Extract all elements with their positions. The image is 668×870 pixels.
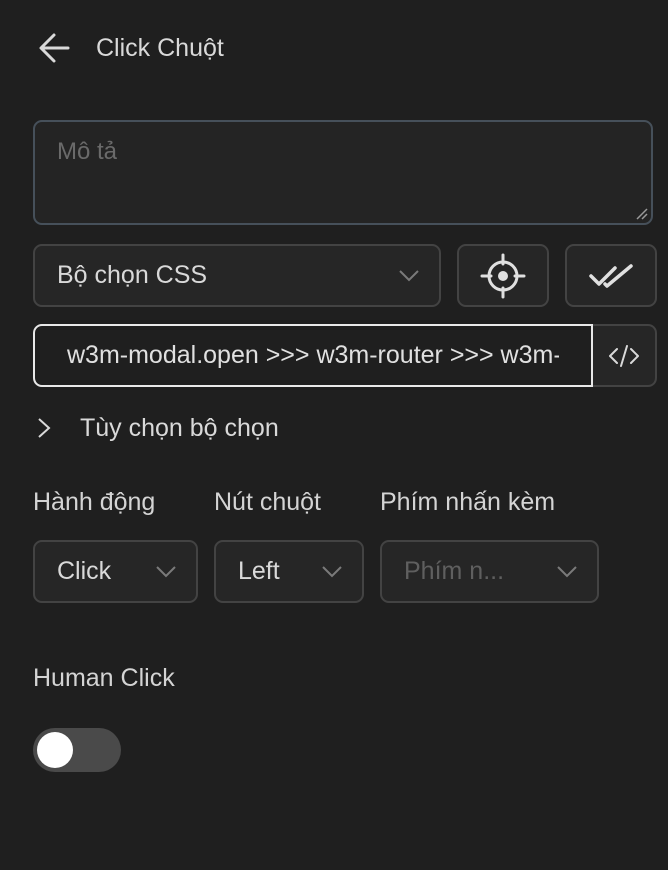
code-editor-button[interactable] <box>593 324 657 387</box>
modifier-keys-select[interactable]: Phím n... <box>380 540 599 603</box>
mouse-button-label: Nút chuột <box>214 488 322 516</box>
description-textarea[interactable] <box>35 122 651 223</box>
click-action-panel: Click Chuột Bộ chọn CSS <box>0 0 668 870</box>
code-icon <box>609 344 639 367</box>
chevron-down-icon <box>322 565 342 577</box>
selector-options-label: Tùy chọn bộ chọn <box>80 413 279 442</box>
action-select[interactable]: Click <box>33 540 198 603</box>
human-click-toggle[interactable] <box>33 728 121 772</box>
toggle-knob <box>37 732 73 768</box>
mouse-button-value: Left <box>238 557 280 585</box>
modifier-keys-placeholder: Phím n... <box>404 557 505 585</box>
pick-element-button[interactable] <box>457 244 549 307</box>
mouse-button-select[interactable]: Left <box>214 540 364 603</box>
resize-grip-icon[interactable] <box>634 206 648 220</box>
verify-selector-button[interactable] <box>565 244 657 307</box>
selector-type-select[interactable]: Bộ chọn CSS <box>33 244 441 307</box>
chevron-right-icon <box>38 418 51 438</box>
double-check-icon <box>589 263 633 288</box>
page-title: Click Chuột <box>96 33 224 62</box>
description-field-wrapper <box>33 120 653 225</box>
chevron-down-icon <box>557 565 577 577</box>
human-click-label: Human Click <box>33 664 175 692</box>
selector-type-value: Bộ chọn CSS <box>57 261 208 289</box>
selector-input-group <box>33 324 657 387</box>
modifier-keys-label: Phím nhấn kèm <box>380 488 556 516</box>
action-label: Hành động <box>33 488 156 516</box>
chevron-down-icon <box>156 565 176 577</box>
arrow-left-icon <box>39 33 70 63</box>
selector-options-toggle[interactable]: Tùy chọn bộ chọn <box>36 408 279 448</box>
crosshair-icon <box>480 253 526 298</box>
chevron-down-icon <box>399 269 419 281</box>
selector-input[interactable] <box>33 324 593 387</box>
panel-header: Click Chuột <box>36 26 224 70</box>
action-value: Click <box>57 557 112 585</box>
back-button[interactable] <box>36 26 80 70</box>
